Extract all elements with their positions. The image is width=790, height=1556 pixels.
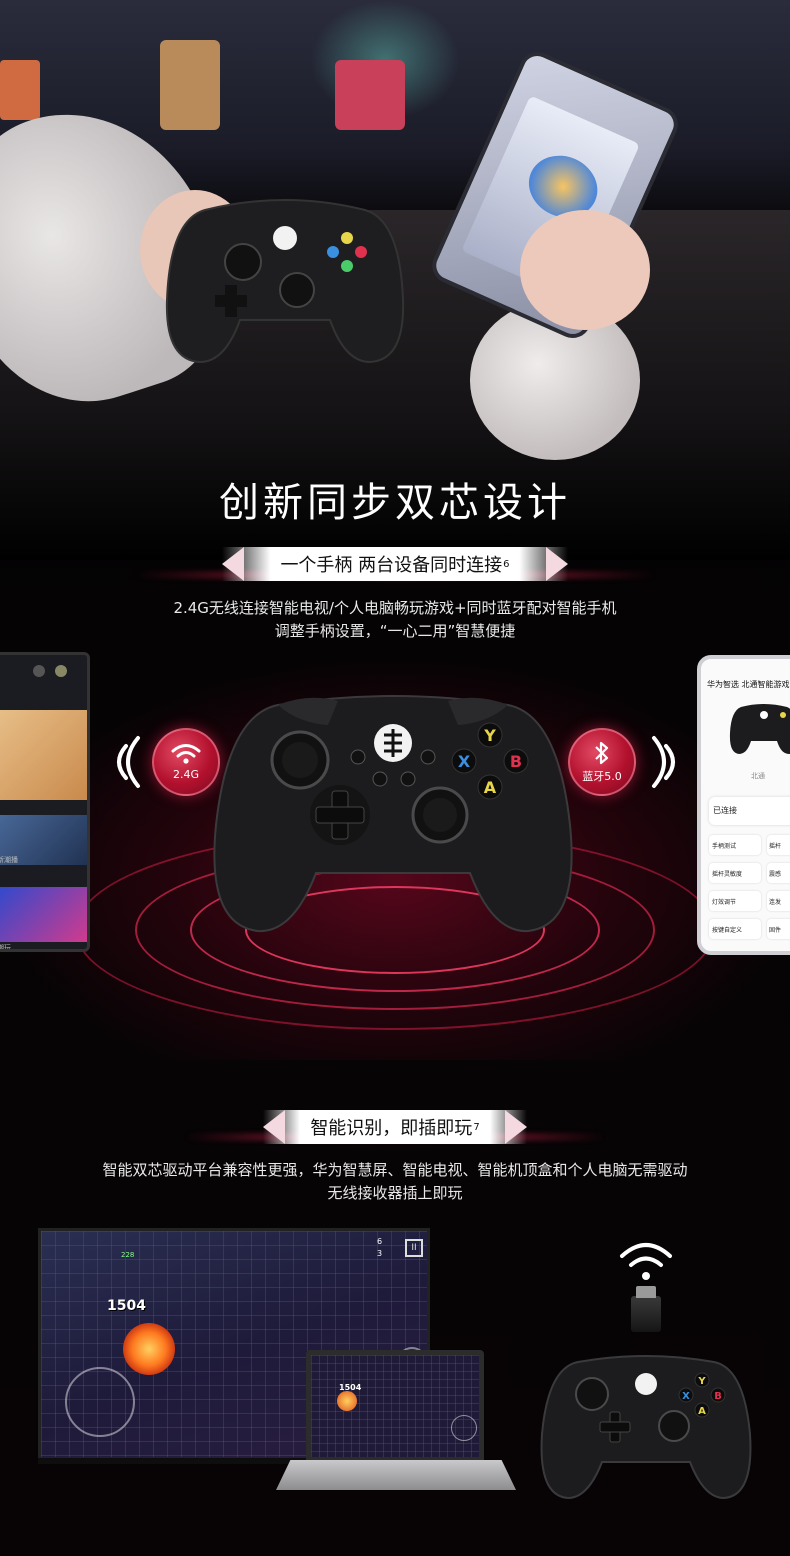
product-page: 创新同步双芯设计 一个手柄 两台设备同时连接 6 2.4G无线连接智能电视/个人电…: [0, 0, 790, 1556]
app-title: 华为智选 北通智能游戏: [707, 680, 790, 689]
connection-status: 已连接: [709, 797, 790, 825]
explosion: [123, 1323, 175, 1375]
bluetooth-badge: 蓝牙5.0: [568, 728, 636, 796]
gem-count: 6: [377, 1237, 383, 1246]
page-title: 创新同步双芯设计: [219, 480, 571, 526]
hand: [520, 210, 650, 330]
signal-waves-icon: [652, 736, 675, 788]
gamepad-controller: Y B X A: [213, 695, 573, 933]
bluetooth-icon: [595, 741, 609, 764]
virtual-joystick[interactable]: [65, 1367, 135, 1437]
settings-item[interactable]: 摇杆灵敏度: [709, 863, 761, 883]
svg-text:A: A: [698, 1406, 706, 1417]
coin-count: 228: [121, 1251, 135, 1259]
settings-item[interactable]: 摇杆: [767, 835, 790, 855]
explosion: [337, 1391, 357, 1411]
settings-item[interactable]: 震感: [767, 863, 790, 883]
footnote-mark: 7: [473, 1121, 480, 1133]
usb-receiver: [631, 1286, 661, 1332]
laptop-screen: 1504: [306, 1350, 484, 1462]
svg-text:Y: Y: [483, 726, 496, 745]
svg-text:Y: Y: [697, 1376, 706, 1387]
wifi-icon: [620, 1243, 672, 1280]
avatar: [55, 665, 67, 677]
gamepad-thumbnail: [729, 704, 790, 754]
section-description: 2.4G无线连接智能电视/个人电脑畅玩游戏+同时蓝牙配对智能手机: [173, 599, 617, 617]
key-count: 3: [377, 1249, 383, 1258]
section-description: 智能双芯驱动平台兼容性更强，华为智慧屏、智能电视、智能机顶盒和个人电脑无需驱动: [102, 1161, 688, 1179]
gamepad-controller: Y B X A: [540, 1355, 752, 1500]
svg-text:A: A: [484, 778, 497, 797]
footnote-mark: 6: [503, 558, 510, 570]
section-description: 无线接收器插上即玩: [327, 1184, 463, 1202]
pause-icon[interactable]: II: [405, 1239, 423, 1257]
settings-item[interactable]: 手柄测试: [709, 835, 761, 855]
svg-text:B: B: [714, 1391, 722, 1402]
settings-item[interactable]: 固件: [767, 919, 790, 939]
dual-connection-illustration: 新潮播 潮玩 2.4G: [0, 640, 790, 1060]
laptop-keyboard-base: [276, 1460, 516, 1490]
svg-text:X: X: [458, 752, 471, 771]
settings-item[interactable]: 连发: [767, 891, 790, 911]
section-ribbon-plug-and-play: 智能识别，即插即玩 7: [263, 1110, 527, 1144]
ribbon-text: 一个手柄 两台设备同时连接: [280, 555, 503, 576]
signal-waves-icon: [117, 736, 140, 788]
smartphone-app: 华为智选 北通智能游戏 北通 已连接 手柄测试 摇杆灵敏度 灯效调节 按键自定义…: [697, 655, 790, 955]
settings-item[interactable]: 灯效调节: [709, 891, 761, 911]
game-figure: [335, 60, 405, 130]
badge-label: 2.4G: [172, 768, 200, 781]
ribbon-text: 智能识别，即插即玩: [310, 1118, 473, 1139]
svg-text:X: X: [682, 1391, 690, 1402]
settings-item[interactable]: 按键自定义: [709, 919, 761, 939]
virtual-joystick[interactable]: [451, 1415, 477, 1441]
gamepad-photo: [165, 199, 405, 364]
game-figure: [160, 40, 220, 130]
section-ribbon-dual-connect: 一个手柄 两台设备同时连接 6: [222, 547, 568, 581]
smart-tv-tablet: 新潮播 潮玩: [0, 652, 90, 952]
damage-score: 1504: [107, 1298, 146, 1314]
badge-label: 蓝牙5.0: [582, 769, 622, 783]
game-figure: [0, 60, 40, 120]
wifi-icon: [171, 744, 201, 764]
svg-text:B: B: [510, 752, 522, 771]
